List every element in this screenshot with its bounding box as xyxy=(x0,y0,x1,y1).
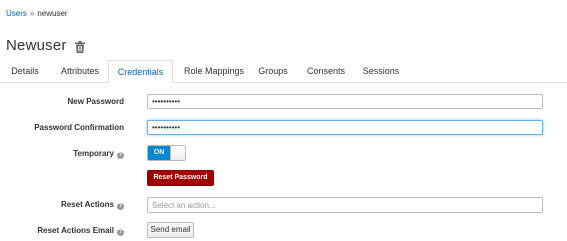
reset-actions-label: Reset Actions? xyxy=(0,200,124,210)
reset-password-button[interactable]: Reset Password xyxy=(147,170,214,186)
password-confirmation-label-text: Password Confirmation xyxy=(34,123,124,132)
new-password-label: New Password xyxy=(0,97,124,107)
new-password-input[interactable] xyxy=(147,94,543,109)
trash-icon[interactable] xyxy=(74,40,85,53)
breadcrumb-current: newuser xyxy=(37,9,68,18)
breadcrumb-separator: » xyxy=(29,9,35,18)
page-title: Newuser xyxy=(6,37,67,54)
temporary-label: Temporary? xyxy=(0,149,124,159)
tab-details[interactable]: Details xyxy=(4,60,46,82)
reset-actions-email-label: Reset Actions Email? xyxy=(0,226,124,236)
password-confirmation-input[interactable] xyxy=(147,120,543,135)
question-circle-icon[interactable]: ? xyxy=(117,203,124,210)
tab-sessions[interactable]: Sessions xyxy=(356,60,406,82)
temporary-toggle[interactable]: ON xyxy=(147,145,186,161)
toggle-on-label: ON xyxy=(148,146,170,160)
reset-actions-label-text: Reset Actions xyxy=(60,200,114,209)
breadcrumb-users-link[interactable]: Users xyxy=(6,9,27,18)
temporary-label-text: Temporary xyxy=(73,149,114,158)
user-credentials-page: Users» newuser Newuser Details Attributes… xyxy=(0,0,567,241)
tab-attributes[interactable]: Attributes xyxy=(54,60,106,82)
tab-bar: Details Attributes Credentials Role Mapp… xyxy=(0,60,567,83)
reset-actions-select[interactable] xyxy=(147,197,543,213)
breadcrumb: Users» newuser xyxy=(6,9,68,19)
new-password-label-text: New Password xyxy=(67,97,124,106)
question-circle-icon[interactable]: ? xyxy=(117,229,124,236)
send-email-button[interactable]: Send email xyxy=(147,222,194,238)
tab-groups[interactable]: Groups xyxy=(252,60,294,82)
tab-consents[interactable]: Consents xyxy=(300,60,352,82)
tab-credentials[interactable]: Credentials xyxy=(108,60,173,83)
reset-actions-email-label-text: Reset Actions Email xyxy=(37,226,114,235)
question-circle-icon[interactable]: ? xyxy=(117,152,124,159)
page-header: Newuser xyxy=(6,37,85,55)
password-confirmation-label: Password Confirmation xyxy=(0,123,124,133)
toggle-knob xyxy=(170,146,185,160)
tab-role-mappings[interactable]: Role Mappings xyxy=(178,60,250,82)
